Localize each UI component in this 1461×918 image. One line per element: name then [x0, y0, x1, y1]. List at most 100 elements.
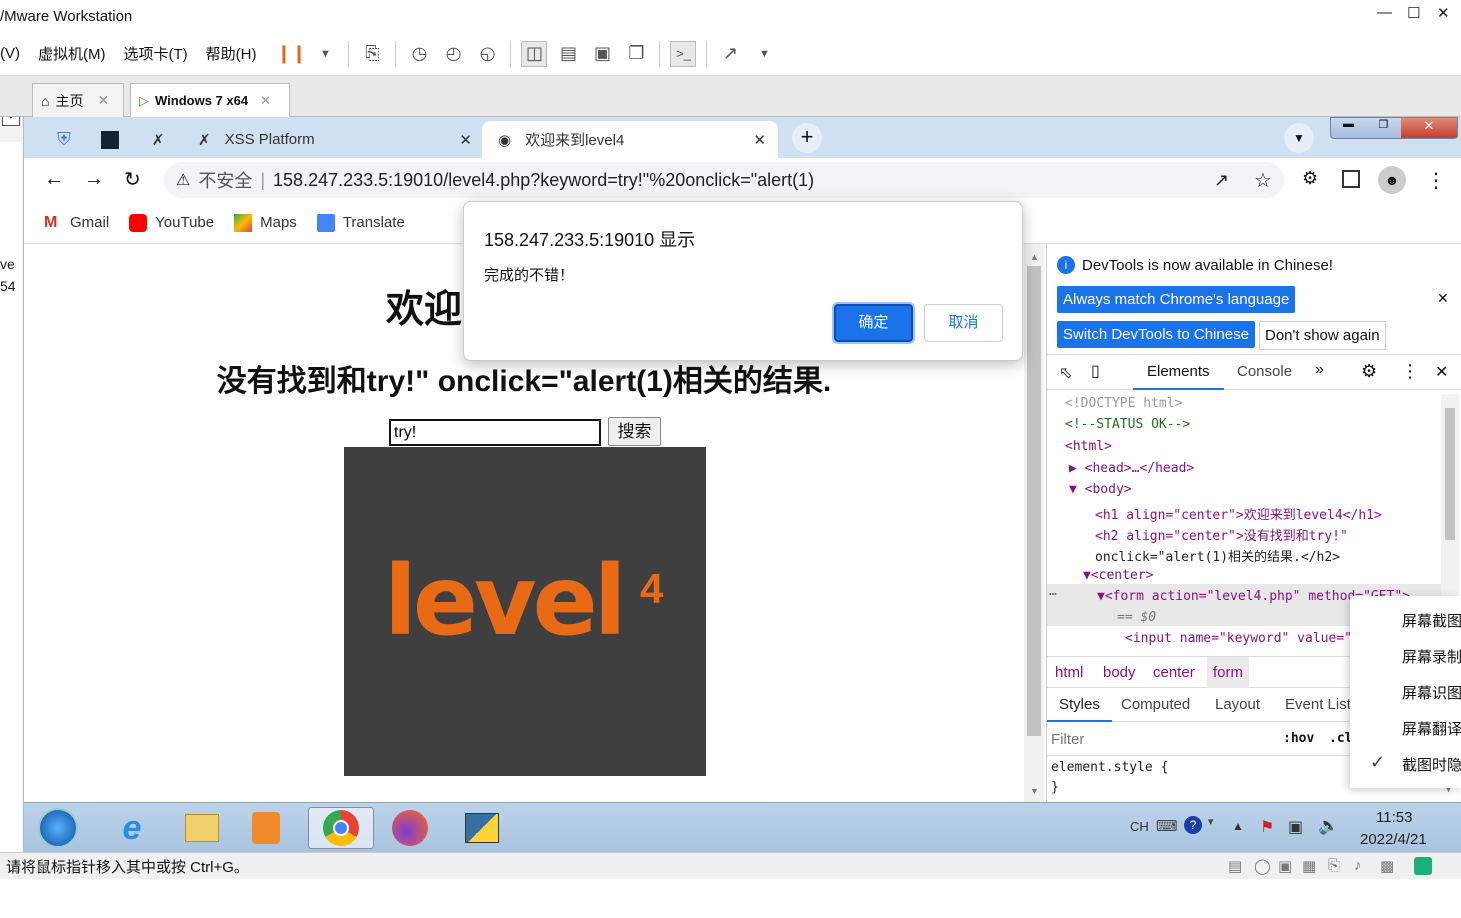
minimize-icon[interactable]: ▬: [1331, 118, 1366, 138]
pause-icon[interactable]: ❙❙: [276, 41, 306, 67]
close-icon[interactable]: ✕: [1437, 290, 1449, 307]
revert-snapshot-icon[interactable]: ◴: [440, 41, 466, 67]
fullscreen-icon[interactable]: ▣: [589, 41, 615, 67]
dom-line[interactable]: <!DOCTYPE html>: [1065, 396, 1182, 411]
clock-date[interactable]: 2022/4/21: [1360, 831, 1427, 848]
close-icon[interactable]: ✕: [1401, 118, 1457, 138]
unity-icon[interactable]: ❐: [623, 41, 649, 67]
send-keys-icon[interactable]: ⎘: [359, 41, 385, 67]
hdd-icon[interactable]: ▤: [1228, 857, 1242, 875]
more-tabs-icon[interactable]: »: [1315, 361, 1324, 379]
back-icon[interactable]: ←: [44, 168, 64, 191]
more-icon[interactable]: ⋮: [1401, 361, 1419, 382]
alert-cancel-button[interactable]: 取消: [924, 304, 1003, 342]
chevron-down-icon[interactable]: ▼: [312, 41, 338, 67]
tab-layout[interactable]: Layout: [1215, 696, 1260, 713]
tab-home[interactable]: ⌂ 主页 ✕: [32, 83, 124, 117]
tab-pinned-x[interactable]: ✗: [138, 121, 178, 158]
menu-item-recognize[interactable]: 屏幕识图: [1402, 682, 1461, 703]
search-button[interactable]: 搜索: [608, 417, 661, 446]
menu-vm[interactable]: 虚拟机(M): [38, 43, 106, 64]
tab-computed[interactable]: Computed: [1121, 696, 1190, 713]
menu-view[interactable]: (V): [0, 45, 20, 62]
action-center-icon[interactable]: ⚑: [1260, 817, 1274, 837]
tray-expand-icon[interactable]: ▲: [1232, 819, 1244, 833]
reload-icon[interactable]: ↻: [124, 167, 141, 192]
menu-help[interactable]: 帮助(H): [206, 43, 257, 64]
taskbar-chrome[interactable]: [308, 807, 374, 849]
bookmark-gmail[interactable]: M Gmail: [44, 214, 109, 232]
star-icon[interactable]: ☆: [1254, 168, 1272, 193]
taskbar-media[interactable]: [236, 807, 296, 849]
tab-xss-platform[interactable]: ✗ XSS Platform ✕: [188, 121, 478, 158]
bookmark-translate[interactable]: Translate: [316, 213, 405, 232]
chevron-down-icon[interactable]: ▼: [751, 41, 777, 67]
dom-line[interactable]: <html>: [1065, 439, 1112, 454]
usb-icon[interactable]: ⎘: [1328, 857, 1340, 874]
close-icon[interactable]: ✕: [97, 92, 109, 109]
bookmark-youtube[interactable]: YouTube: [129, 213, 214, 232]
network-icon[interactable]: ▣: [1288, 817, 1303, 837]
start-button[interactable]: [28, 807, 88, 849]
close-icon[interactable]: ✕: [260, 93, 271, 109]
ellipsis-icon[interactable]: …: [1049, 584, 1057, 599]
tab-pinned-shield[interactable]: ⛨: [44, 121, 84, 158]
library-icon[interactable]: ◫: [521, 40, 548, 67]
inspect-icon[interactable]: ⬁: [1059, 363, 1072, 383]
dom-line-head[interactable]: ▶ <head>…</head>: [1069, 461, 1194, 476]
bookmark-maps[interactable]: Maps: [234, 213, 297, 232]
breadcrumb-center[interactable]: center: [1153, 664, 1195, 681]
dom-line[interactable]: onclick="alert(1)相关的结果.</h2>: [1095, 546, 1340, 565]
restore-icon[interactable]: ❐: [1366, 118, 1401, 138]
taskbar-firefox[interactable]: [380, 807, 440, 849]
hov-toggle[interactable]: :hov: [1283, 731, 1314, 746]
sound-icon[interactable]: ♪: [1354, 857, 1362, 874]
network-adapter-icon[interactable]: ▦: [1302, 857, 1316, 875]
side-panel-icon[interactable]: [1342, 170, 1360, 188]
tab-level4[interactable]: ◉ 欢迎来到level4 ✕: [482, 121, 778, 158]
clock-time[interactable]: 11:53: [1376, 809, 1412, 826]
close-icon[interactable]: ✕: [1437, 4, 1450, 22]
dom-line[interactable]: <h2 align="center">没有找到和try!": [1095, 525, 1348, 544]
floppy-icon[interactable]: ▣: [1278, 857, 1292, 875]
menu-item-screenshot[interactable]: 屏幕截图: [1402, 610, 1461, 631]
stretch-icon[interactable]: ↗: [717, 41, 743, 67]
minimize-icon[interactable]: —: [1377, 4, 1392, 21]
alert-ok-button[interactable]: 确定: [834, 304, 913, 342]
breadcrumb-form[interactable]: form: [1207, 657, 1249, 688]
taskbar-explorer[interactable]: [172, 807, 232, 849]
match-language-button[interactable]: Always match Chrome's language: [1057, 286, 1296, 313]
breadcrumb-body[interactable]: body: [1103, 664, 1136, 681]
page-scrollbar[interactable]: ▲ ▼: [1024, 244, 1044, 802]
tab-windows7[interactable]: ▷ Windows 7 x64 ✕: [130, 83, 290, 117]
more-icon[interactable]: ⋮: [1426, 168, 1446, 193]
forward-icon[interactable]: →: [84, 168, 104, 191]
tab-search-icon[interactable]: ▼: [1284, 123, 1314, 153]
omnibox[interactable]: ⚠ 不安全 | 158.247.233.5:19010/level4.php?k…: [164, 162, 1284, 198]
volume-icon[interactable]: 🔈: [1318, 816, 1339, 836]
close-icon[interactable]: ✕: [459, 131, 472, 149]
new-tab-button[interactable]: +: [792, 123, 822, 153]
terminal-icon[interactable]: >_: [670, 40, 697, 67]
keyword-input[interactable]: [389, 419, 601, 446]
display-icon[interactable]: ▩: [1380, 857, 1394, 875]
taskbar-python[interactable]: [452, 807, 512, 849]
menu-item-translate[interactable]: 屏幕翻译: [1402, 718, 1461, 739]
taskbar-ie[interactable]: e: [102, 807, 162, 849]
element-style-rule[interactable]: element.style {: [1051, 760, 1168, 775]
keyboard-icon[interactable]: ⌨: [1156, 817, 1178, 835]
dom-line-body[interactable]: ▼ <body>: [1069, 482, 1132, 497]
device-toolbar-icon[interactable]: ▯: [1091, 361, 1100, 381]
extensions-icon[interactable]: ⚙: [1302, 168, 1318, 189]
help-icon[interactable]: ?: [1184, 816, 1202, 834]
close-icon[interactable]: ✕: [753, 131, 766, 149]
breadcrumb-html[interactable]: html: [1055, 664, 1083, 681]
tab-styles[interactable]: Styles: [1047, 688, 1112, 722]
message-log-icon[interactable]: [1414, 857, 1432, 875]
language-indicator[interactable]: CH: [1130, 819, 1149, 834]
dom-line-center[interactable]: ▼<center>: [1083, 568, 1153, 583]
snapshot-manager-icon[interactable]: ◵: [474, 41, 500, 67]
tab-pinned-terminal[interactable]: [90, 121, 130, 158]
gear-icon[interactable]: ⚙: [1361, 361, 1377, 382]
cd-icon[interactable]: ◯: [1254, 857, 1271, 875]
